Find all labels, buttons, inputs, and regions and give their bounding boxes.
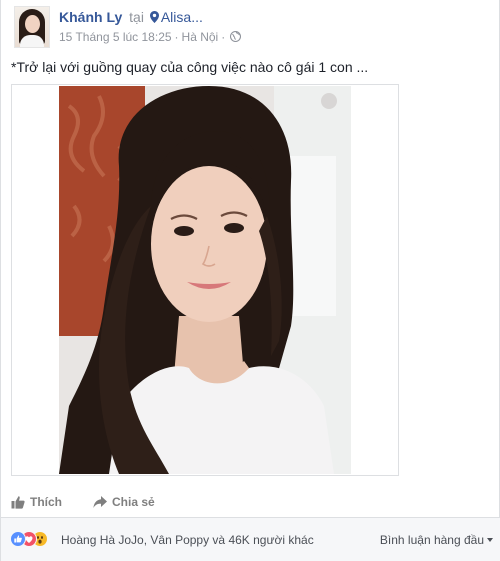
post-meta: 15 Tháng 5 lúc 18:25 · Hà Nội · xyxy=(59,30,242,44)
reaction-icons[interactable] xyxy=(10,531,60,547)
share-arrow-icon xyxy=(93,495,107,509)
like-reaction-icon xyxy=(10,531,26,547)
post-timestamp[interactable]: 15 Tháng 5 lúc 18:25 xyxy=(59,30,172,44)
at-label: tại xyxy=(129,9,144,25)
author-name[interactable]: Khánh Ly xyxy=(59,9,122,25)
comment-sort-label: Bình luận hàng đầu xyxy=(379,533,484,547)
globe-icon[interactable] xyxy=(230,30,242,43)
meta-separator: · xyxy=(174,30,179,44)
author-line: Khánh Ly tại Alisa... xyxy=(59,8,203,26)
share-label: Chia sẻ xyxy=(112,495,155,509)
like-label: Thích xyxy=(30,495,62,509)
meta-separator-2: · xyxy=(221,30,226,44)
photo-container[interactable] xyxy=(11,84,399,476)
comment-sort-dropdown[interactable]: Bình luận hàng đầu xyxy=(380,532,493,548)
post-caption: *Trở lại với guồng quay của công việc nà… xyxy=(11,59,369,75)
post-header: Khánh Ly tại Alisa... 15 Tháng 5 lúc 18:… xyxy=(11,6,491,48)
author-avatar[interactable] xyxy=(14,6,50,48)
location-pin-icon xyxy=(149,9,159,23)
post-location[interactable]: Hà Nội xyxy=(182,30,219,44)
reactions-bar: Hoàng Hà JoJo, Vân Poppy và 46K người kh… xyxy=(1,518,500,561)
thumbs-up-icon xyxy=(11,495,25,509)
place-link[interactable]: Alisa... xyxy=(161,9,203,25)
reaction-summary[interactable]: Hoàng Hà JoJo, Vân Poppy và 46K người kh… xyxy=(61,532,314,548)
post-actions: Thích Chia sẻ xyxy=(11,488,491,518)
facebook-post: Khánh Ly tại Alisa... 15 Tháng 5 lúc 18:… xyxy=(0,0,500,561)
post-photo[interactable] xyxy=(59,86,351,474)
share-button[interactable]: Chia sẻ xyxy=(93,494,155,510)
like-button[interactable]: Thích xyxy=(11,494,62,510)
caret-down-icon xyxy=(487,538,493,542)
